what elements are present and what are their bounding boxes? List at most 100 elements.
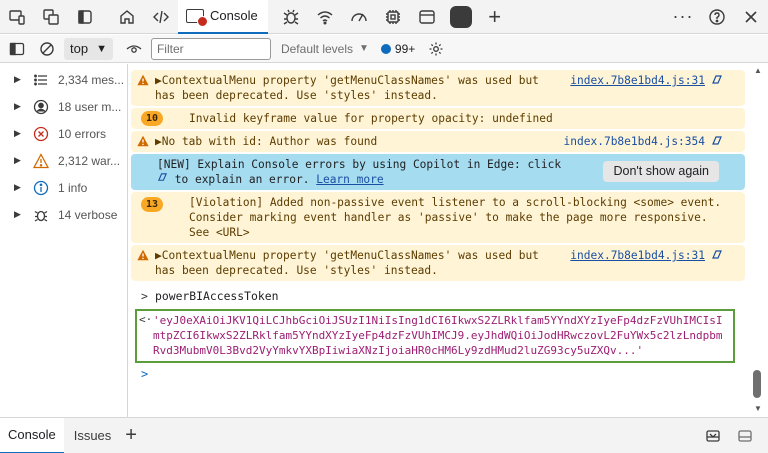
sidebar-item-errors[interactable]: ▶ 10 errors (0, 120, 127, 147)
sidebar-toggle-icon[interactable] (4, 36, 30, 62)
expand-arrow-icon[interactable]: ▶ (14, 128, 26, 139)
add-tool-icon[interactable]: + (478, 0, 512, 34)
sidebar-item-messages[interactable]: ▶ 2,334 mes... (0, 66, 127, 93)
result-text: 'eyJ0eXAiOiJKV1QiLCJhbGciOiJSUzI1NiIsIng… (153, 314, 723, 357)
copilot-info-banner: [NEW] Explain Console errors by using Co… (131, 154, 745, 190)
error-icon (30, 126, 52, 142)
filter-input[interactable] (150, 37, 271, 60)
default-levels-label: Default levels (280, 41, 354, 56)
warning-icon (137, 74, 149, 90)
sidebar-item-label: 2,312 war... (58, 153, 121, 168)
drawer-tab-issues[interactable]: Issues (64, 428, 122, 443)
eye-icon[interactable] (121, 36, 147, 62)
issues-count-label: 99+ (394, 41, 416, 56)
sidebar-item-info[interactable]: ▶ 1 info (0, 174, 127, 201)
verbose-bug-icon (30, 207, 52, 223)
console-sidebar: ▶ 2,334 mes... ▶ 18 user m... ▶ 10 error… (0, 64, 128, 417)
console-scrollbar[interactable]: ▲ ▼ (749, 64, 768, 417)
copilot-icon[interactable] (711, 74, 723, 86)
info-icon (30, 180, 52, 196)
console-warning-message[interactable]: ▶ContextualMenu property 'getMenuClassNa… (131, 70, 745, 106)
source-link[interactable]: index.7b8e1bd4.js:354 (564, 134, 705, 149)
add-drawer-tab-icon[interactable]: + (121, 424, 141, 447)
settings-gear-icon[interactable] (423, 36, 449, 62)
warning-icon (137, 135, 149, 151)
sidebar-item-label: 10 errors (58, 126, 107, 141)
sidebar-item-label: 18 user m... (58, 99, 122, 114)
home-icon[interactable] (110, 0, 144, 34)
device-emulation-icon[interactable] (0, 0, 34, 34)
console-warning-message[interactable]: ▶No tab with id: Author was found index.… (131, 131, 745, 152)
help-icon[interactable] (700, 0, 734, 34)
warning-icon (137, 249, 149, 265)
tab-console[interactable]: Console (178, 0, 268, 34)
console-output: ▶ContextualMenu property 'getMenuClassNa… (129, 64, 749, 417)
expand-arrow-icon[interactable]: ▶ (14, 74, 26, 85)
learn-more-link[interactable]: Learn more (316, 173, 383, 186)
dock-drawer-icon[interactable] (704, 427, 722, 445)
message-text: Invalid keyframe value for property opac… (189, 112, 553, 125)
copilot-icon[interactable] (711, 249, 723, 261)
expand-arrow-icon[interactable]: ▶ (14, 182, 26, 193)
expand-arrow-icon[interactable]: ▶ (14, 209, 26, 220)
chevron-down-icon: ▼ (359, 43, 369, 54)
sidebar-item-label: 2,334 mes... (58, 72, 125, 87)
default-levels-dropdown[interactable]: Default levels ▼ (281, 42, 369, 56)
context-value: top (70, 41, 89, 56)
console-warning-message[interactable]: 10 Invalid keyframe value for property o… (131, 108, 745, 129)
repeat-count-badge: 10 (141, 111, 164, 126)
drawer-tabbar: Console Issues + (0, 417, 768, 453)
input-text: powerBIAccessToken (155, 289, 279, 303)
message-text: has been deprecated. Use 'styles' instea… (155, 264, 438, 277)
scroll-thumb[interactable] (753, 370, 761, 398)
more-icon[interactable]: ··· (666, 0, 700, 34)
scroll-down-icon[interactable]: ▼ (754, 404, 762, 413)
console-toolbar: top ▼ Default levels ▼ 99+ (0, 35, 768, 63)
source-link[interactable]: index.7b8e1bd4.js:31 (570, 248, 705, 263)
sidebar-item-verbose[interactable]: ▶ 14 verbose (0, 201, 127, 228)
copilot-icon[interactable] (711, 135, 723, 147)
expand-arrow-icon[interactable]: ▶ (14, 101, 26, 112)
sidebar-item-user-messages[interactable]: ▶ 18 user m... (0, 93, 127, 120)
message-text: Consider marking event handler as 'passi… (189, 211, 708, 224)
user-icon (30, 99, 52, 115)
performance-icon[interactable] (342, 0, 376, 34)
warning-icon (30, 152, 52, 169)
collapse-drawer-icon[interactable] (736, 427, 754, 445)
expand-arrow-icon[interactable]: ▶ (14, 155, 26, 166)
memory-chip-icon[interactable] (376, 0, 410, 34)
list-icon (30, 72, 52, 88)
console-icon (186, 8, 208, 27)
message-text: [Violation] Added non-passive event list… (189, 196, 722, 209)
dock-icon[interactable] (68, 0, 102, 34)
message-text: has been deprecated. Use 'styles' instea… (155, 89, 438, 102)
return-arrow-icon: <· (139, 313, 153, 326)
message-text: See <URL> (189, 226, 250, 239)
application-window-icon[interactable] (410, 0, 444, 34)
console-violation-message[interactable]: 13 [Violation] Added non-passive event l… (131, 192, 745, 243)
sidebar-item-warnings[interactable]: ▶ 2,312 war... (0, 147, 127, 174)
token-result-value[interactable]: <· 'eyJ0eXAiOiJKV1QiLCJhbGciOiJSUzI1NiIs… (135, 309, 735, 363)
context-select[interactable]: top ▼ (64, 37, 113, 60)
inspect-icon[interactable] (34, 0, 68, 34)
issues-counter[interactable]: 99+ (380, 41, 416, 56)
close-icon[interactable] (734, 0, 768, 34)
network-wifi-icon[interactable] (308, 0, 342, 34)
drawer-tab-console[interactable]: Console (0, 417, 64, 453)
clear-console-icon[interactable] (34, 36, 60, 62)
devtools-toolbar: Console + ··· (0, 0, 768, 34)
repeat-count-badge: 13 (141, 197, 164, 212)
elements-icon[interactable] (144, 0, 178, 34)
message-text: to explain an error. (174, 173, 310, 186)
console-warning-message[interactable]: ▶ContextualMenu property 'getMenuClassNa… (131, 245, 745, 281)
sources-bug-icon[interactable] (274, 0, 308, 34)
sidebar-item-label: 14 verbose (58, 207, 118, 222)
source-link[interactable]: index.7b8e1bd4.js:31 (570, 73, 705, 88)
console-input-echo: > powerBIAccessToken (131, 287, 745, 305)
dont-show-again-button[interactable]: Don't show again (603, 161, 719, 182)
console-prompt-caret[interactable]: > (141, 367, 749, 381)
scroll-up-icon[interactable]: ▲ (754, 66, 762, 75)
sidebar-item-label: 1 info (58, 180, 88, 195)
record-stop-icon[interactable] (444, 0, 478, 34)
chevron-down-icon: ▼ (96, 42, 107, 55)
